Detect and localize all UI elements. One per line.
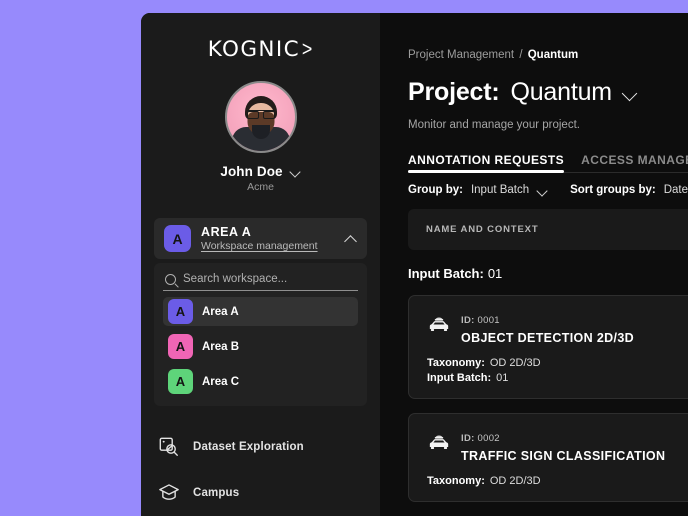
workspace-header-texts: AREA A Workspace management: [201, 225, 334, 252]
workspace-item-area-b[interactable]: A Area B: [163, 332, 358, 361]
workspace-item-area-c[interactable]: A Area C: [163, 367, 358, 396]
logo-text: KOGNIC: [207, 37, 301, 63]
tab-annotation-requests[interactable]: ANNOTATION REQUESTS: [408, 153, 565, 173]
sidebar-item-dataset-exploration[interactable]: Dataset Exploration: [154, 424, 367, 470]
request-card-titles: ID: 0002 TRAFFIC SIGN CLASSIFICATION: [461, 428, 665, 463]
request-meta: Taxonomy: OD 2D/3D: [427, 475, 688, 487]
request-id-label: ID:: [461, 433, 475, 444]
sidebar-item-label: Dataset Exploration: [193, 441, 304, 453]
request-card-header: ID: 0001 OBJECT DETECTION 2D/3D: [427, 310, 688, 345]
user-menu-trigger[interactable]: John Doe: [154, 164, 367, 179]
workspace-item-label: Area B: [202, 340, 240, 353]
workspace-badge: A: [164, 225, 191, 252]
group-title: Input Batch: 01: [408, 266, 688, 281]
chevron-down-icon[interactable]: [290, 168, 301, 175]
breadcrumb-root[interactable]: Project Management: [408, 49, 514, 61]
workspace-item-area-a[interactable]: A Area A: [163, 297, 358, 326]
request-id-label: ID:: [461, 315, 475, 326]
breadcrumb-current: Quantum: [527, 49, 579, 61]
meta-key-taxonomy: Taxonomy:: [427, 357, 485, 369]
workspace-item-badge: A: [168, 334, 193, 359]
sort-groups-by-label: Sort groups by:: [570, 184, 656, 196]
graduation-cap-icon: [158, 482, 180, 504]
search-icon: [165, 273, 176, 285]
page-title-value: Quantum: [510, 78, 612, 106]
request-card-header: ID: 0002 TRAFFIC SIGN CLASSIFICATION: [427, 428, 688, 463]
user-name: John Doe: [220, 164, 283, 179]
meta-value-taxonomy: OD 2D/3D: [489, 357, 541, 369]
list-column-header: NAME AND CONTEXT: [408, 209, 688, 250]
request-id-value: 0001: [477, 315, 500, 326]
request-id: ID: 0001: [461, 315, 500, 326]
workspace-item-badge: A: [168, 369, 193, 394]
breadcrumb-separator: /: [519, 49, 523, 61]
avatar-container: [154, 81, 367, 153]
sidebar: KOGNIC > John Doe Acme A AREA A Workspace…: [141, 13, 380, 516]
request-name: OBJECT DETECTION 2D/3D: [461, 331, 635, 345]
workspace-item-label: Area A: [202, 305, 239, 318]
workspace-item-label: Area C: [202, 375, 240, 388]
request-id: ID: 0002: [461, 433, 500, 444]
app-logo[interactable]: KOGNIC >: [154, 38, 367, 62]
tab-bar: ANNOTATION REQUESTS ACCESS MANAGEMENT: [408, 150, 688, 173]
lidar-car-icon: [427, 431, 451, 453]
logo-chevron-icon: >: [301, 38, 313, 61]
list-toolbar: Group by: Input Batch Sort groups by: Da…: [408, 184, 688, 196]
breadcrumb: Project Management / Quantum: [408, 49, 688, 61]
meta-key-taxonomy: Taxonomy:: [427, 475, 485, 487]
meta-key-input-batch: Input Batch:: [427, 372, 492, 384]
user-organization: Acme: [247, 181, 274, 193]
page-title-label: Project:: [408, 78, 500, 106]
sidebar-item-campus[interactable]: Campus: [154, 470, 367, 516]
request-name: TRAFFIC SIGN CLASSIFICATION: [461, 449, 666, 463]
workspace-title: AREA A: [201, 225, 252, 239]
request-id-value: 0002: [477, 433, 500, 444]
meta-value-input-batch: 01: [496, 372, 509, 384]
column-header-name-and-context: NAME AND CONTEXT: [426, 224, 539, 235]
workspace-list-panel: A Area A A Area B A Area C: [154, 263, 367, 406]
workspace-management-link[interactable]: Workspace management: [201, 240, 334, 252]
request-meta-row: Input Batch: 01: [427, 372, 688, 384]
sidebar-nav: Dataset Exploration Campus: [154, 424, 367, 516]
page-title: Project: Quantum: [408, 78, 688, 107]
avatar-glasses: [246, 110, 275, 119]
group-by-label: Group by:: [408, 184, 463, 196]
page-subtitle: Monitor and manage your project.: [408, 119, 580, 131]
group-title-label: Input Batch:: [408, 266, 484, 281]
meta-value-taxonomy: OD 2D/3D: [489, 475, 541, 487]
chevron-up-icon[interactable]: [344, 235, 357, 243]
request-meta: Taxonomy: OD 2D/3D Input Batch: 01: [427, 357, 688, 384]
annotation-request-card[interactable]: ID: 0002 TRAFFIC SIGN CLASSIFICATION Tax…: [408, 413, 688, 502]
workspace-header-card[interactable]: A AREA A Workspace management: [154, 218, 367, 259]
group-title-value: 01: [487, 266, 503, 281]
request-meta-row: Taxonomy: OD 2D/3D: [427, 475, 688, 487]
workspace-search-row[interactable]: [163, 271, 358, 291]
app-window: KOGNIC > John Doe Acme A AREA A Workspace…: [141, 13, 688, 516]
main-content: Project Management / Quantum Project: Qu…: [380, 13, 688, 516]
sidebar-item-label: Campus: [193, 487, 240, 499]
group-by-value[interactable]: Input Batch: [471, 184, 529, 196]
lidar-car-icon: [427, 313, 451, 335]
search-input[interactable]: [183, 273, 356, 285]
chevron-down-icon[interactable]: [623, 88, 638, 97]
chevron-down-icon[interactable]: [537, 187, 544, 194]
avatar[interactable]: [224, 81, 297, 153]
request-card-titles: ID: 0001 OBJECT DETECTION 2D/3D: [461, 310, 634, 345]
sort-groups-by-value[interactable]: Date: [664, 184, 688, 196]
request-meta-row: Taxonomy: OD 2D/3D: [427, 357, 688, 369]
image-search-icon: [158, 436, 180, 458]
tab-access-management[interactable]: ACCESS MANAGEMENT: [581, 153, 688, 172]
workspace-item-badge: A: [168, 299, 193, 324]
annotation-request-card[interactable]: ID: 0001 OBJECT DETECTION 2D/3D Taxonomy…: [408, 295, 688, 399]
